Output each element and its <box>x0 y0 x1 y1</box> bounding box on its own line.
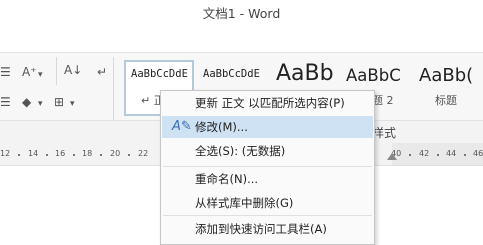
style-sample: AaBbCcDdE <box>131 68 188 80</box>
sort-icon[interactable]: A↓ <box>64 63 82 77</box>
ruler-dot <box>100 154 102 156</box>
ruler-tick: 14 <box>28 149 39 158</box>
paragraph-mark-icon[interactable]: ↵ <box>97 65 107 79</box>
ruler-dot <box>437 154 439 156</box>
menu-item-update-style[interactable]: 更新 正文 以匹配所选内容(P) <box>162 92 373 114</box>
ruler-dot <box>18 154 20 156</box>
ruler-tick: 20 <box>110 149 121 158</box>
ruler-dot <box>464 154 466 156</box>
menu-item-label: 从样式库中删除(G) <box>195 196 294 210</box>
menu-item-add-to-quick-access[interactable]: 添加到快速访问工具栏(A) <box>162 218 373 240</box>
borders-dropdown-icon[interactable]: ▾ <box>70 97 75 111</box>
ruler-tick: 18 <box>82 149 93 158</box>
style-caption: 标题 <box>435 94 457 107</box>
styles-group-label: 样式 <box>372 126 397 140</box>
style-title-tile[interactable]: AaBb( 标题 <box>414 60 483 116</box>
menu-item-label: 添加到快速访问工具栏(A) <box>195 222 327 236</box>
menu-item-rename[interactable]: 重命名(N)... <box>162 168 373 190</box>
menu-item-label: 修改(M)... <box>195 120 248 134</box>
style-context-menu: 更新 正文 以匹配所选内容(P) A✎ 修改(M)... 全选(S): (无数据… <box>160 90 375 245</box>
shading-dropdown-icon[interactable]: ▾ <box>38 97 43 111</box>
ruler-dot <box>73 154 75 156</box>
menu-item-select-all[interactable]: 全选(S): (无数据) <box>162 140 373 162</box>
ruler-dot <box>128 154 130 156</box>
ruler-tick: 12 <box>0 149 11 158</box>
edit-style-icon: A✎ <box>172 119 192 134</box>
ruler-dot <box>46 154 48 156</box>
ruler-tick: 42 <box>419 149 430 158</box>
ruler-tick: 44 <box>446 149 457 158</box>
ruler-tick: 46 <box>473 149 483 158</box>
style-sample: AaBb <box>276 61 334 86</box>
menu-item-label: 重命名(N)... <box>195 172 259 186</box>
ruler-tick: 22 <box>138 149 149 158</box>
menu-separator <box>163 166 372 167</box>
character-spacing-icon[interactable]: A⁺ <box>22 65 37 79</box>
menu-item-modify[interactable]: A✎ 修改(M)... <box>162 116 373 138</box>
align-icon[interactable]: ☰ <box>0 65 11 79</box>
menu-separator <box>163 215 372 216</box>
ruler-tick: 16 <box>55 149 66 158</box>
ruler-dot <box>409 154 411 156</box>
divider <box>113 57 114 121</box>
shading-icon[interactable]: ◆ <box>22 95 31 109</box>
line-spacing-icon[interactable]: ☰ <box>0 95 11 109</box>
right-indent-marker-icon[interactable] <box>387 153 397 160</box>
style-sample: AaBbCcDdE <box>203 68 260 80</box>
borders-icon[interactable]: ⊞ <box>54 95 64 109</box>
style-caption: 题 2 <box>372 94 394 107</box>
menu-item-label: 全选(S): (无数据) <box>195 144 286 158</box>
menu-item-label: 更新 正文 以匹配所选内容(P) <box>195 96 345 110</box>
character-spacing-dropdown-icon[interactable]: ▾ <box>38 68 43 82</box>
window-title: 文档1 - Word <box>202 6 281 21</box>
style-sample: AaBb( <box>419 65 474 86</box>
menu-item-remove-from-gallery[interactable]: 从样式库中删除(G) <box>162 192 373 214</box>
divider <box>56 57 57 85</box>
style-sample: AaBbC <box>346 66 401 85</box>
